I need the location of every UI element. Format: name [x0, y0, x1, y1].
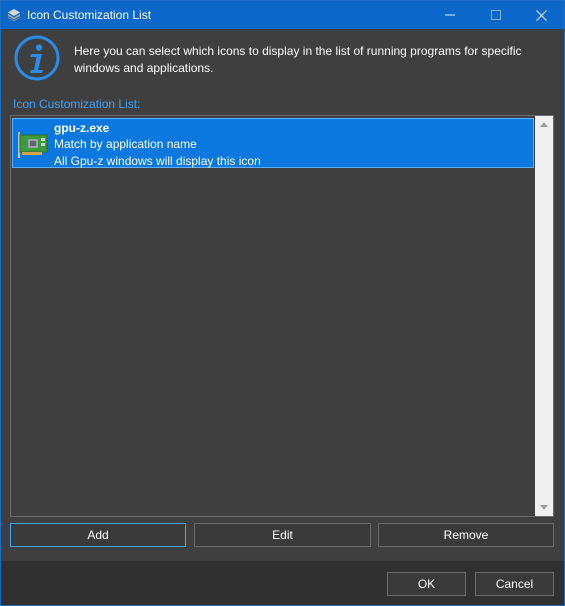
chevron-down-icon — [540, 505, 548, 510]
item-description: All Gpu-z windows will display this icon — [54, 154, 261, 168]
scroll-up-button[interactable] — [535, 116, 553, 133]
maximize-icon — [491, 10, 501, 20]
ok-button[interactable]: OK — [387, 572, 466, 596]
minimize-icon — [445, 14, 455, 16]
dialog-window: Icon Customization List Here you can sel… — [0, 0, 565, 606]
item-name: gpu-z.exe — [54, 121, 110, 135]
cancel-button[interactable]: Cancel — [475, 572, 554, 596]
title-bar[interactable]: Icon Customization List — [1, 1, 564, 29]
info-icon — [14, 35, 60, 81]
info-description: Here you can select which icons to displ… — [74, 44, 522, 75]
window-title: Icon Customization List — [27, 8, 152, 22]
maximize-button[interactable] — [473, 1, 519, 29]
add-button[interactable]: Add — [10, 523, 186, 547]
list-item[interactable]: gpu-z.exe Match by application name All … — [12, 118, 534, 168]
close-button[interactable] — [518, 1, 564, 29]
chevron-up-icon — [540, 122, 548, 127]
remove-button[interactable]: Remove — [378, 523, 554, 547]
app-icon — [8, 9, 20, 22]
scroll-down-button[interactable] — [535, 499, 553, 516]
icon-customization-listbox[interactable]: gpu-z.exe Match by application name All … — [10, 115, 554, 517]
list-label: Icon Customization List: — [13, 97, 141, 111]
close-icon — [535, 9, 547, 21]
item-match-type: Match by application name — [54, 137, 197, 151]
minimize-button[interactable] — [427, 1, 473, 29]
edit-button[interactable]: Edit — [194, 523, 371, 547]
vertical-scrollbar[interactable] — [535, 116, 553, 516]
graphics-card-icon — [18, 132, 48, 158]
